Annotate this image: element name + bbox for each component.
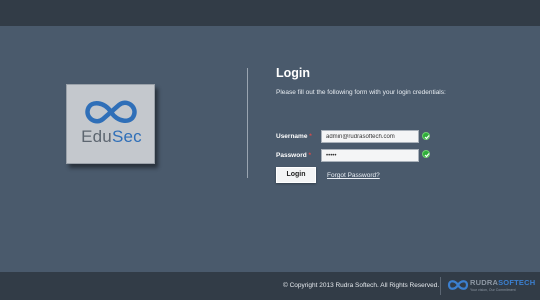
brand-name: RUDRASOFTECH	[470, 278, 535, 287]
forgot-password-link[interactable]: Forgot Password?	[327, 172, 380, 179]
brand-rudra-text: RUDRA	[470, 278, 499, 287]
copyright-text: © Copyright 2013 Rudra Softech. All Righ…	[283, 282, 440, 289]
rudra-softech-logo: RUDRASOFTECH Your vision, Our Commitment	[447, 277, 535, 298]
vertical-divider	[247, 68, 248, 178]
edusec-logo: EduSec	[66, 84, 155, 164]
password-valid-icon	[422, 150, 430, 158]
brand-infinity-icon	[447, 280, 469, 290]
brand-softech-text: SOFTECH	[498, 278, 536, 287]
login-button[interactable]: Login	[276, 167, 316, 183]
logo-sec-text: Sec	[111, 127, 142, 146]
username-label: Username *	[276, 133, 312, 140]
form-hint: Please fill out the following form with …	[276, 89, 446, 96]
logo-edu-text: Edu	[81, 127, 112, 146]
footer: © Copyright 2013 Rudra Softech. All Righ…	[0, 272, 540, 300]
top-bar	[0, 0, 540, 26]
username-valid-icon	[422, 132, 430, 140]
password-label-text: Password	[276, 152, 307, 159]
username-field[interactable]	[321, 130, 419, 143]
footer-separator	[440, 277, 441, 295]
required-mark: *	[309, 133, 312, 140]
password-label: Password *	[276, 152, 311, 159]
brand-tagline: Your vision, Our Commitment	[470, 288, 516, 292]
page-title: Login	[276, 66, 311, 80]
logo-wordmark: EduSec	[67, 127, 156, 147]
infinity-icon	[85, 100, 137, 124]
password-field[interactable]	[321, 149, 419, 162]
username-label-text: Username	[276, 133, 308, 140]
required-mark: *	[308, 152, 312, 159]
